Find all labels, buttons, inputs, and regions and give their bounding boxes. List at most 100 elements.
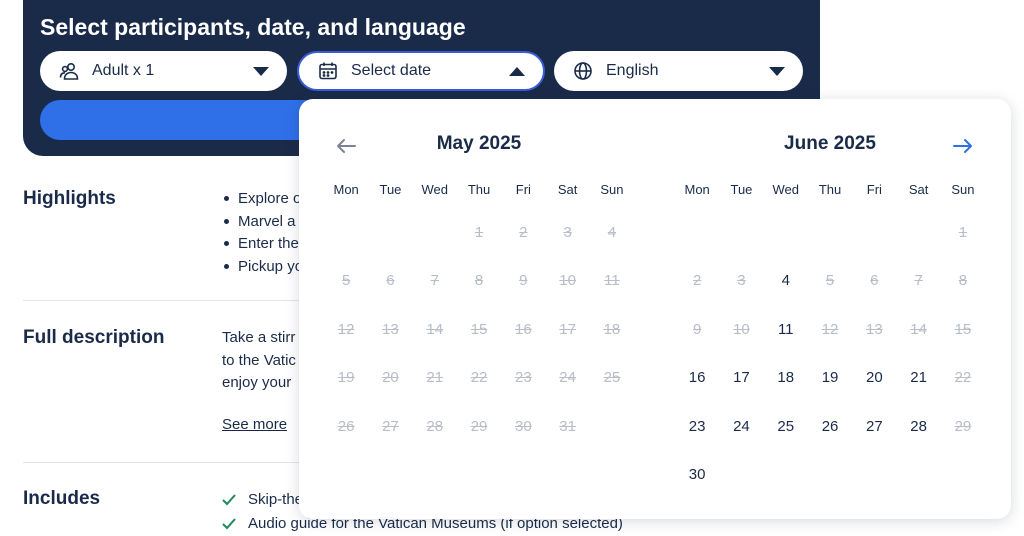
calendar-day-unavailable: 27 bbox=[382, 417, 399, 435]
includes-title: Includes bbox=[23, 488, 101, 509]
description-line: to the Vatic bbox=[222, 351, 296, 369]
date-dropdown[interactable]: Select date bbox=[297, 51, 545, 91]
calendar-blank-cell bbox=[413, 208, 457, 257]
calendar-day-unavailable: 5 bbox=[825, 272, 835, 290]
calendar-day-available[interactable]: 19 bbox=[808, 354, 852, 403]
see-more-link[interactable]: See more bbox=[222, 416, 287, 433]
calendar-day-unavailable: 22 bbox=[954, 369, 972, 387]
calendar-day-unavailable: 31 bbox=[559, 417, 576, 435]
calendar-day-unavailable: 12 bbox=[821, 320, 839, 338]
calendar-blank-cell bbox=[719, 208, 763, 257]
calendar-day-available[interactable]: 17 bbox=[719, 354, 763, 403]
calendar-day-unavailable: 19 bbox=[337, 369, 355, 387]
calendar-day-available[interactable]: 20 bbox=[852, 354, 896, 403]
calendar-day-unavailable: 29 bbox=[470, 417, 488, 435]
weekday-label: Wed bbox=[421, 182, 448, 197]
calendar-blank-cell bbox=[896, 208, 940, 257]
weekday-label: Thu bbox=[818, 182, 842, 197]
calendar-day-unavailable: 29 bbox=[954, 417, 972, 435]
calendar-day-available[interactable]: 26 bbox=[808, 402, 852, 451]
calendar-day-unavailable: 28 bbox=[426, 417, 444, 435]
calendar-day-unavailable: 9 bbox=[519, 272, 528, 290]
weekday-label: Fri bbox=[515, 182, 531, 197]
weekday-label: Sun bbox=[951, 182, 975, 197]
calendar-day-unavailable: 3 bbox=[563, 223, 572, 241]
calendar-day-available[interactable]: 16 bbox=[675, 354, 719, 403]
calendar-day-available[interactable]: 21 bbox=[896, 354, 940, 403]
calendar-blank-cell bbox=[808, 208, 852, 257]
list-item: Pickup yo bbox=[222, 256, 303, 279]
highlights-list: Explore o Marvel a Enter the Pickup yo bbox=[222, 188, 303, 278]
calendar-day-unavailable: 13 bbox=[382, 320, 399, 338]
calendar-day-available[interactable]: 4 bbox=[764, 257, 808, 306]
calendar-day-unavailable: 1 bbox=[474, 223, 484, 241]
calendar-day-unavailable: 15 bbox=[954, 320, 972, 338]
date-label: Select date bbox=[351, 62, 432, 79]
calendar-day-unavailable: 10 bbox=[733, 320, 750, 338]
month-title: May 2025 bbox=[436, 133, 522, 154]
calendar-day-available[interactable]: 24 bbox=[719, 402, 763, 451]
description-text: Take a stirr to the Vatic enjoy your bbox=[222, 327, 296, 395]
calendar-day-unavailable: 14 bbox=[910, 320, 927, 338]
chevron-up-icon bbox=[509, 66, 525, 76]
calendar-day-available[interactable]: 27 bbox=[852, 402, 896, 451]
calendar-day-unavailable: 25 bbox=[603, 369, 621, 387]
calendar-day-unavailable: 2 bbox=[519, 223, 528, 241]
calendar-day-unavailable: 23 bbox=[514, 369, 532, 387]
calendar-day-unavailable: 16 bbox=[514, 320, 532, 338]
calendar-blank-cell bbox=[675, 208, 719, 257]
language-dropdown[interactable]: English bbox=[554, 51, 803, 91]
calendar-day-unavailable: 8 bbox=[958, 272, 968, 290]
list-item: Explore o bbox=[222, 188, 303, 211]
calendar-day-unavailable: 9 bbox=[692, 320, 702, 338]
calendar-day-unavailable: 3 bbox=[737, 272, 746, 290]
calendar-day-available[interactable]: 18 bbox=[764, 354, 808, 403]
weekday-label: Tue bbox=[379, 182, 402, 197]
check-icon bbox=[222, 492, 238, 508]
calendar-day-unavailable: 21 bbox=[426, 369, 444, 387]
include-label: Skip-the bbox=[248, 491, 304, 508]
people-icon bbox=[58, 60, 80, 82]
calendar-day-unavailable: 22 bbox=[470, 369, 488, 387]
calendar-day-unavailable: 12 bbox=[337, 320, 355, 338]
participants-label: Adult x 1 bbox=[92, 62, 155, 79]
weekday-header: Mon Tue Wed Thu Fri Sat Sun bbox=[324, 182, 634, 208]
calendar-day-unavailable: 24 bbox=[559, 369, 576, 387]
calendar-day-available[interactable]: 11 bbox=[764, 305, 808, 354]
weekday-label: Sat bbox=[557, 182, 578, 197]
calendar-day-available[interactable]: 25 bbox=[764, 402, 808, 451]
calendar-day-unavailable: 20 bbox=[382, 369, 399, 387]
calendar-day-unavailable: 4 bbox=[607, 223, 617, 241]
calendar-blank-cell bbox=[764, 208, 808, 257]
weekday-label: Mon bbox=[684, 182, 710, 197]
calendar-blank-cell bbox=[852, 208, 896, 257]
day-grid: 1 2 3 4 5 6 7 8 9 10 11 12 13 14 15 16 17 18 19 20 21 22 23 24 2… bbox=[324, 208, 634, 451]
calendar-day-unavailable: 5 bbox=[341, 272, 351, 290]
calendar-day-unavailable: 10 bbox=[559, 272, 576, 290]
participants-dropdown[interactable]: Adult x 1 bbox=[40, 51, 287, 91]
weekday-label: Wed bbox=[772, 182, 799, 197]
weekday-label: Sat bbox=[908, 182, 929, 197]
month-may: May 2025 Mon Tue Wed Thu Fri Sat Sun 123… bbox=[324, 133, 634, 435]
full-description-title: Full description bbox=[23, 327, 165, 348]
globe-icon bbox=[572, 60, 594, 82]
description-line: Take a stirr bbox=[222, 329, 296, 346]
chevron-down-icon bbox=[253, 66, 269, 76]
calendar-day-unavailable: 15 bbox=[470, 320, 488, 338]
calendar-day-unavailable: 11 bbox=[604, 272, 620, 290]
date-picker-popup: May 2025 Mon Tue Wed Thu Fri Sat Sun 123… bbox=[299, 99, 1011, 519]
day-grid: 1 2 3 4 5 6 7 8 9 10 11 12 13 14 15 16 17 18 19 20 21 22 23 24 2… bbox=[675, 208, 985, 499]
calendar-day-available[interactable]: 30 bbox=[675, 451, 719, 500]
list-item: Enter the bbox=[222, 233, 303, 256]
calendar-icon bbox=[317, 60, 339, 82]
calendar-day-unavailable: 13 bbox=[865, 320, 883, 338]
calendar-day-available[interactable]: 28 bbox=[896, 402, 940, 451]
calendar-day-unavailable: 18 bbox=[603, 320, 621, 338]
calendar-day-available[interactable]: 23 bbox=[675, 402, 719, 451]
calendar-day-unavailable: 17 bbox=[559, 320, 576, 338]
weekday-label: Fri bbox=[866, 182, 882, 197]
list-item: Marvel a bbox=[222, 211, 303, 234]
weekday-label: Mon bbox=[333, 182, 359, 197]
calendar-blank-cell bbox=[368, 208, 412, 257]
booking-title: Select participants, date, and language bbox=[40, 14, 466, 40]
